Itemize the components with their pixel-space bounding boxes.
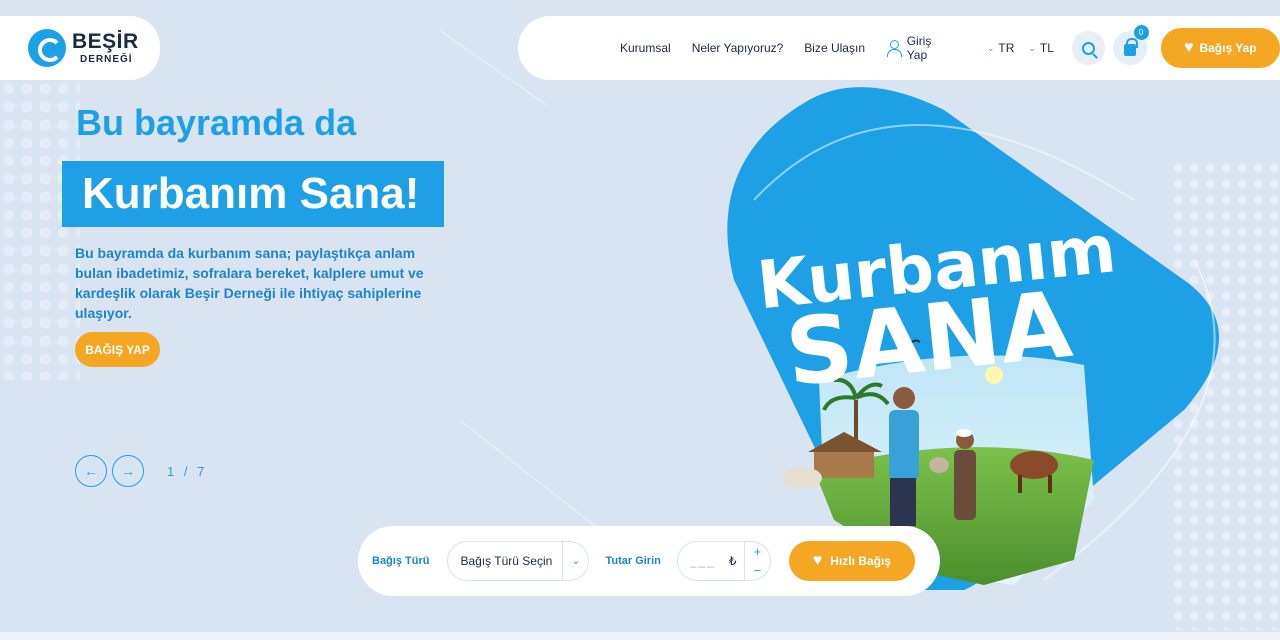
currency-select[interactable]: ⌄ TL <box>1028 41 1054 55</box>
minus-icon[interactable]: − <box>754 564 762 577</box>
language-value: TR <box>998 41 1015 55</box>
chevron-down-icon: ⌄ <box>986 42 995 53</box>
search-button[interactable] <box>1071 31 1106 65</box>
search-icon <box>1082 41 1096 55</box>
quick-donate-bar: Bağış Türü Bağış Türü Seçin ⌄ Tutar Giri… <box>358 526 940 596</box>
nav-link-bize-ulasin[interactable]: Bize Ulaşın <box>804 41 865 55</box>
main-nav: Kurumsal Neler Yapıyoruz? Bize Ulaşın Gi… <box>518 16 1280 80</box>
language-select[interactable]: ⌄ TR <box>987 41 1015 55</box>
nav-link-kurumsal[interactable]: Kurumsal <box>620 41 671 55</box>
amount-field[interactable]: ₺ + − <box>676 541 771 581</box>
cart-count-badge: 0 <box>1133 25 1149 40</box>
quick-donate-button-label: Hızlı Bağış <box>830 554 891 568</box>
hero-title-box: Kurbanım Sana! <box>62 161 444 227</box>
banner-illustration: Kurbanım SANA <box>727 87 1219 590</box>
currency-value: TL <box>1039 41 1054 55</box>
login-label: Giriş Yap <box>906 34 932 62</box>
hero-pretitle: Bu bayramda da <box>76 102 357 143</box>
heart-icon: ♥ <box>1183 39 1194 56</box>
amount-stepper[interactable]: + − <box>743 542 770 580</box>
arrow-left-icon: ← <box>84 463 98 479</box>
slider-prev-button[interactable]: ← <box>75 455 107 487</box>
slide-counter: 1 / 7 <box>167 464 208 479</box>
hero-donate-button[interactable]: BAĞIŞ YAP <box>75 332 160 367</box>
heart-icon: ♥ <box>812 552 823 569</box>
arrow-right-icon: → <box>121 463 135 479</box>
logo-name: BEŞİR <box>72 30 139 53</box>
hero-description: Bu bayramda da kurbanım sana; paylaştıkç… <box>75 245 424 321</box>
nav-link-neler-yapiyoruz[interactable]: Neler Yapıyoruz? <box>692 41 784 55</box>
hero-title: Kurbanım Sana! <box>82 169 420 218</box>
cart-button[interactable]: 0 <box>1113 25 1149 65</box>
logo-mark-icon <box>28 29 66 67</box>
plus-icon[interactable]: + <box>754 545 762 558</box>
donation-type-value: Bağış Türü Seçin <box>460 554 553 568</box>
donation-type-select[interactable]: Bağış Türü Seçin ⌄ <box>447 541 590 581</box>
donate-button[interactable]: ♥ Bağış Yap <box>1160 28 1280 68</box>
logo-subtitle: DERNEĞİ <box>80 54 133 65</box>
donate-button-label: Bağış Yap <box>1199 41 1257 55</box>
user-icon <box>887 40 902 57</box>
amount-label: Tutar Girin <box>605 555 661 567</box>
hero-banner-image: Kurbanım SANA <box>714 80 1224 590</box>
quick-donate-button[interactable]: ♥ Hızlı Bağış <box>788 541 915 581</box>
donation-type-label: Bağış Türü <box>372 555 430 567</box>
chevron-down-icon: ⌄ <box>562 542 588 580</box>
logo[interactable]: BEŞİR DERNEĞİ <box>0 16 160 80</box>
chevron-down-icon: ⌄ <box>1028 42 1036 53</box>
slider-next-button[interactable]: → <box>112 455 144 487</box>
background-dot-pattern <box>0 80 80 380</box>
amount-input[interactable] <box>689 554 730 568</box>
currency-symbol: ₺ <box>728 554 737 568</box>
login-link[interactable]: Giriş Yap <box>887 34 954 62</box>
shopping-bag-icon <box>1123 38 1138 56</box>
page-bottom-strip <box>0 632 1280 640</box>
